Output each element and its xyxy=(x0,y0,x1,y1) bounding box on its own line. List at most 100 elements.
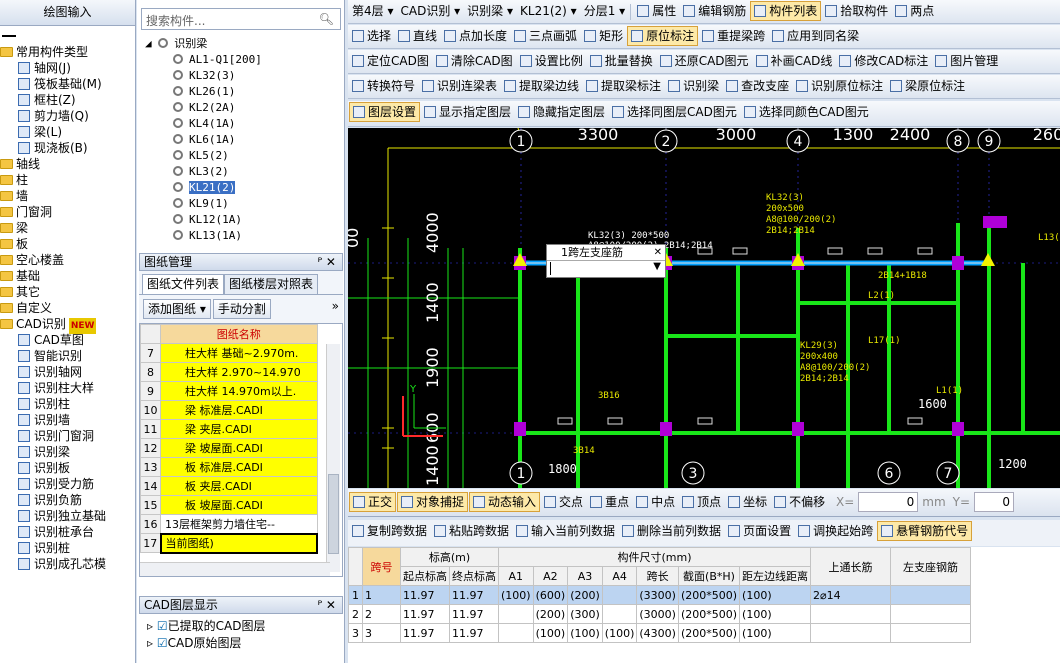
vertical-scrollbar[interactable] xyxy=(326,344,340,572)
close-icon[interactable]: ✕ xyxy=(654,245,662,260)
table-cell[interactable]: 2 xyxy=(348,604,363,624)
toolbar-button[interactable]: 还原CAD图元 xyxy=(657,50,752,72)
table-cell[interactable]: (100) xyxy=(567,623,603,643)
table-cell[interactable]: (200) xyxy=(532,604,569,624)
table-cell[interactable]: (4300) xyxy=(636,623,679,643)
table-cell[interactable]: (600) xyxy=(532,585,569,605)
more-icon[interactable]: » xyxy=(332,299,339,313)
toolbar-button[interactable]: 梁原位标注 xyxy=(887,75,968,97)
toolbar-button[interactable]: 隐藏指定图层 xyxy=(515,101,608,123)
table-cell[interactable]: (100) xyxy=(739,623,812,643)
search-icon[interactable]: 🔍︎ xyxy=(319,12,334,26)
tree-node[interactable]: CAD草图 xyxy=(0,332,135,348)
tree-node[interactable]: 识别板 xyxy=(0,460,135,476)
tree-node[interactable]: 现浇板(B) xyxy=(0,140,135,156)
toolbar-button[interactable]: 属性 xyxy=(634,0,679,22)
table-cell[interactable]: 11.97 xyxy=(449,585,499,605)
component-item[interactable]: AL1-Q1[200] xyxy=(173,52,341,68)
tree-node[interactable]: 空心楼盖 xyxy=(0,252,135,268)
pin-icon[interactable]: ᴾ ✕ xyxy=(318,597,336,613)
tree-node[interactable]: 筏板基础(M) xyxy=(0,76,135,92)
tree-node[interactable]: 识别桩 xyxy=(0,540,135,556)
toolbar-button[interactable]: 图层设置 xyxy=(349,102,421,122)
tree-node[interactable]: 智能识别 xyxy=(0,348,135,364)
table-cell[interactable]: 11.97 xyxy=(449,604,499,624)
component-item[interactable]: KL32(3) xyxy=(173,68,341,84)
tree-node[interactable]: 梁(L) xyxy=(0,124,135,140)
table-cell[interactable] xyxy=(601,604,638,624)
table-cell[interactable]: 1 xyxy=(362,585,401,605)
toolbar-button[interactable]: 识别连梁表 xyxy=(419,75,500,97)
component-select[interactable]: KL21(2) ▾ xyxy=(517,0,580,22)
toolbar-button[interactable]: 编辑钢筋 xyxy=(680,0,749,22)
layer-item-original[interactable]: ▹ ☑CAD原始图层 xyxy=(147,634,335,651)
table-cell[interactable] xyxy=(810,604,892,624)
toolbar-button[interactable]: 调换起始跨 xyxy=(795,520,876,542)
component-item[interactable]: KL6(1A) xyxy=(173,132,341,148)
toolbar-button[interactable]: 重提梁跨 xyxy=(699,25,768,47)
table-cell[interactable] xyxy=(601,585,638,605)
table-cell[interactable]: (100) xyxy=(532,623,569,643)
tree-node[interactable]: 门窗洞 xyxy=(0,204,135,220)
cad-drawing[interactable]: 1 2 4 8 9 1 3 6 7 3300 3000 1300 2400 26… xyxy=(343,125,1060,488)
tree-node[interactable]: 识别柱大样 xyxy=(0,380,135,396)
toolbar-button[interactable]: 原位标注 xyxy=(627,26,699,46)
toolbar-button[interactable]: 粘贴跨数据 xyxy=(431,520,512,542)
toolbar-button[interactable]: 查改支座 xyxy=(723,75,792,97)
toolbar-button[interactable]: 矩形 xyxy=(581,25,626,47)
table-cell[interactable]: (100) xyxy=(498,585,534,605)
tree-node[interactable]: 板 xyxy=(0,236,135,252)
toolbar-button[interactable]: 应用到同名梁 xyxy=(769,25,862,47)
span-popup[interactable]: 1跨左支座筋 ✕ ▼ xyxy=(546,244,666,278)
tree-node[interactable]: 框柱(Z) xyxy=(0,92,135,108)
component-item[interactable]: KL26(1) xyxy=(173,84,341,100)
table-row[interactable]: 3 3 11.97 11.97 (100) (100) (100) (4300) (200*50… xyxy=(348,623,972,643)
table-cell[interactable]: (200*500) xyxy=(677,623,741,643)
toolbar-button[interactable]: 坐标 xyxy=(725,491,770,513)
checkbox-checked-icon[interactable]: ☑ xyxy=(157,636,168,650)
scroll-thumb[interactable] xyxy=(328,474,339,554)
table-cell[interactable]: 11.97 xyxy=(449,623,499,643)
pin-icon[interactable]: ᴾ ✕ xyxy=(318,254,336,270)
table-cell[interactable]: (3300) xyxy=(636,585,679,605)
drawing-row[interactable]: 15 板 坡屋面.CADI xyxy=(140,495,318,515)
search-input[interactable]: 搜索构件... 🔍︎ xyxy=(141,8,341,30)
table-cell[interactable] xyxy=(498,604,534,624)
table-cell[interactable]: (100) xyxy=(739,604,812,624)
type-select[interactable]: 识别梁 ▾ xyxy=(464,0,516,22)
toolbar-button[interactable]: 悬臂钢筋代号 xyxy=(877,521,973,541)
toolbar-button[interactable]: 三点画弧 xyxy=(511,25,580,47)
component-item[interactable]: KL21(2) xyxy=(173,180,341,196)
component-item[interactable]: KL4(1A) xyxy=(173,116,341,132)
drawing-row[interactable]: 8 柱大样 2.970~14.970 xyxy=(140,362,318,382)
toolbar-button[interactable]: 转换符号 xyxy=(349,75,418,97)
tree-node[interactable]: 识别独立基础 xyxy=(0,508,135,524)
toolbar-button[interactable]: 复制跨数据 xyxy=(349,520,430,542)
toolbar-button[interactable]: 页面设置 xyxy=(725,520,794,542)
toolbar-button[interactable]: 点加长度 xyxy=(441,25,510,47)
table-cell[interactable]: 11.97 xyxy=(400,604,450,624)
add-drawing-button[interactable]: 添加图纸 ▾ xyxy=(143,299,211,319)
drawing-row[interactable]: 14 板 夹层.CADI xyxy=(140,476,318,496)
tab-drawing-list[interactable]: 图纸文件列表 xyxy=(142,274,225,294)
tree-node[interactable]: 识别梁 xyxy=(0,444,135,460)
toolbar-button[interactable]: 删除当前列数据 xyxy=(619,520,724,542)
manual-split-button[interactable]: 手动分割 xyxy=(212,299,271,319)
toolbar-button[interactable]: 图片管理 xyxy=(932,50,1001,72)
checkbox-checked-icon[interactable]: ☑ xyxy=(157,619,168,633)
tree-node[interactable]: 识别轴网 xyxy=(0,364,135,380)
tree-node[interactable]: 自定义 xyxy=(0,300,135,316)
table-cell[interactable] xyxy=(890,585,972,605)
cad-canvas[interactable]: 1 2 4 8 9 1 3 6 7 3300 3000 1300 2400 26… xyxy=(343,125,1060,488)
drawing-row[interactable]: 16 13层框架剪力墙住宅-- xyxy=(140,514,318,534)
toolbar-button[interactable]: 顶点 xyxy=(679,491,724,513)
drawing-row[interactable]: 11 梁 夹层.CADI xyxy=(140,419,318,439)
component-item[interactable]: KL3(2) xyxy=(173,164,341,180)
table-row[interactable]: 1 1 11.97 11.97 (100) (600) (200) (3300) (200*50… xyxy=(348,585,972,605)
table-cell[interactable] xyxy=(498,623,534,643)
tree-node[interactable]: 柱 xyxy=(0,172,135,188)
drawing-row[interactable]: 9 柱大样 14.970m以上. xyxy=(140,381,318,401)
chevron-down-icon[interactable]: ▼ xyxy=(653,261,661,272)
table-cell[interactable]: 1 xyxy=(348,585,363,605)
tree-node[interactable]: 识别负筋 xyxy=(0,492,135,508)
